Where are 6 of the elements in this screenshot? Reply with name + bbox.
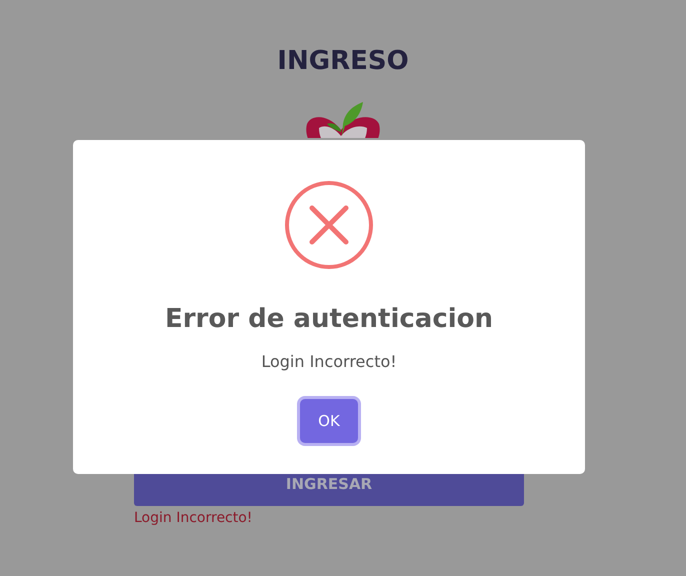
page-title: INGRESO [277, 45, 409, 78]
ok-button[interactable]: OK [300, 399, 358, 443]
dialog-message: Login Incorrecto! [261, 352, 397, 371]
error-icon [284, 180, 374, 270]
dialog-title: Error de autenticacion [164, 304, 494, 334]
error-message: Login Incorrecto! [134, 510, 252, 526]
